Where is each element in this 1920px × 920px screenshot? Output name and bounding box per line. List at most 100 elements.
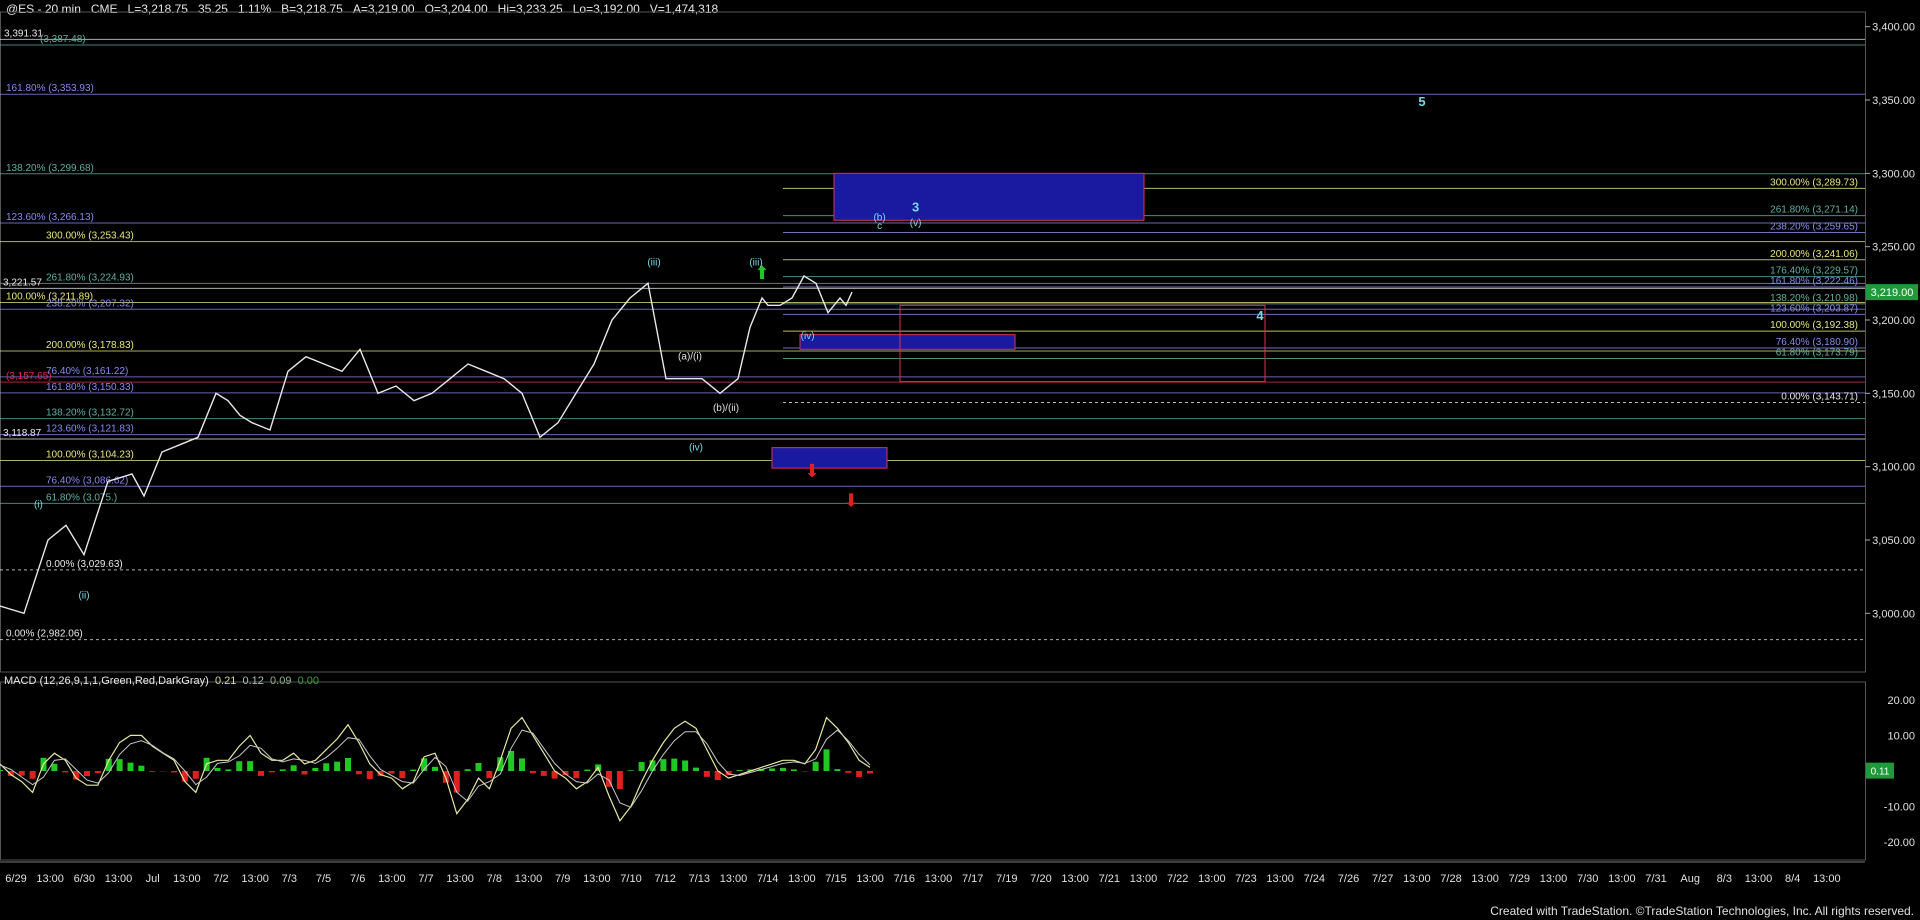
y-tick-label: 3,200.00 — [1872, 315, 1915, 327]
time-axis-label: Aug — [1680, 873, 1700, 885]
fib-level-label: 0.00% (3,029.63) — [46, 559, 123, 570]
macd-histogram-bar — [171, 771, 177, 773]
price-chart[interactable]: 3,400.00 3,350.00 3,300.00 3,250.00 3,200.00… — [0, 0, 1920, 920]
right-fib-label: 76.40% (3,180.90) — [1776, 337, 1858, 348]
fib-level-label: (3,387.48) — [40, 34, 86, 45]
fib-level-label: 238.20% (3,207.32) — [46, 298, 134, 309]
macd-histogram-bar — [660, 759, 667, 771]
fib-level-label: 138.20% (3,299.68) — [6, 163, 94, 174]
macd-histogram-bar — [519, 758, 525, 771]
fib-level-label: 61.80% (3,075.) — [46, 492, 117, 503]
macd-last-label: 0.11 — [1871, 767, 1890, 778]
right-fib-label: 176.40% (3,229.57) — [1770, 266, 1858, 277]
time-axis-label: 7/5 — [316, 873, 331, 885]
macd-y-tick-label: 20.00 — [1887, 695, 1915, 707]
macd-histogram-bar — [453, 771, 460, 793]
macd-histogram-bar — [834, 769, 841, 771]
macd-value-2: 0.12 — [242, 675, 264, 687]
y-tick-label: 3,350.00 — [1872, 95, 1915, 107]
time-axis-label: 13:00 — [1471, 873, 1499, 885]
fib-level-label: 123.60% (3,266.13) — [6, 212, 94, 223]
macd-histogram-bar — [127, 762, 134, 771]
time-axis-label: 13:00 — [446, 873, 474, 885]
macd-histogram-bar — [529, 771, 536, 774]
time-axis-label: 7/12 — [654, 873, 675, 885]
macd-histogram-bar — [736, 770, 743, 771]
fib-level-label: 0.00% (2,982.06) — [6, 629, 83, 640]
time-axis-label: 7/8 — [487, 873, 502, 885]
macd-histogram-bar — [616, 771, 623, 790]
time-axis-label: 13:00 — [1608, 873, 1636, 885]
time-axis-label: 7/30 — [1577, 873, 1598, 885]
wave-label: (v) — [910, 218, 922, 229]
macd-histogram-bar — [780, 767, 786, 771]
support-box-mid — [799, 334, 1016, 350]
macd-histogram-bar — [584, 769, 591, 771]
right-fib-label: 100.00% (3,192.38) — [1770, 320, 1858, 331]
time-axis-label: 13:00 — [925, 873, 953, 885]
time-axis-label: 7/6 — [350, 873, 365, 885]
macd-histogram-bar — [62, 771, 69, 773]
time-axis-label: 7/28 — [1440, 873, 1461, 885]
right-fib-label: 138.20% (3,210.98) — [1770, 293, 1858, 304]
support-box-lower — [771, 447, 888, 469]
time-axis-label: 13:00 — [788, 873, 816, 885]
macd-histogram-bar — [258, 771, 264, 776]
y-tick-label: 3,050.00 — [1872, 535, 1915, 547]
wave-label: 3 — [912, 199, 919, 214]
time-axis-label: 8/3 — [1717, 873, 1732, 885]
time-axis-label: 7/14 — [757, 873, 778, 885]
macd-histogram-bar — [247, 761, 254, 771]
right-fib-label: 161.80% (3,222.46) — [1770, 276, 1858, 287]
macd-histogram-bar — [0, 769, 3, 771]
macd-histogram-bar — [475, 762, 482, 771]
macd-histogram-bar — [334, 761, 341, 771]
time-axis-label: 7/15 — [825, 873, 846, 885]
fib-level-label: 100.00% (3,104.23) — [46, 449, 134, 460]
time-axis-label: 7/24 — [1304, 873, 1325, 885]
macd-histogram-bar — [845, 771, 852, 773]
time-axis-label: 13:00 — [105, 873, 133, 885]
macd-histogram-bar — [312, 767, 319, 771]
arrow-down-icon: ⬇ — [843, 490, 858, 510]
time-axis-label: 7/10 — [620, 873, 641, 885]
time-axis-label: 7/13 — [689, 873, 710, 885]
macd-histogram-bar — [671, 758, 678, 771]
macd-histogram-bar — [214, 767, 221, 771]
time-axis-label: 7/9 — [555, 873, 570, 885]
macd-histogram-bar — [236, 761, 243, 771]
macd-histogram-bar — [682, 760, 689, 771]
fib-level-label: 200.00% (3,178.83) — [46, 340, 134, 351]
macd-histogram-bar — [290, 765, 297, 771]
arrow-down-icon: ⬇ — [804, 461, 819, 481]
time-axis-label: 7/17 — [962, 873, 983, 885]
macd-histogram-bar — [540, 771, 547, 776]
time-axis-label: 13:00 — [1266, 873, 1294, 885]
macd-histogram-bar — [388, 771, 395, 774]
time-axis-label: 13:00 — [173, 873, 201, 885]
right-fib-label: 261.80% (3,271.14) — [1770, 205, 1858, 216]
fib-level-label: 261.80% (3,224.93) — [46, 272, 134, 283]
time-axis-label: Jul — [146, 873, 160, 885]
fib-level-label: 3,221.57 — [3, 277, 42, 288]
macd-histogram-bar — [573, 771, 580, 779]
last-price-marker-label: 3,219.00 — [1871, 287, 1914, 299]
right-fib-label: 0.00% (3,143.71) — [1781, 392, 1858, 403]
macd-histogram-bar — [301, 771, 308, 775]
macd-histogram-bar — [790, 769, 797, 771]
macd-histogram-bar — [138, 765, 145, 771]
wave-label: (i) — [34, 500, 43, 511]
macd-histogram-bar — [464, 769, 471, 771]
time-axis-label: 6/29 — [5, 873, 26, 885]
time-axis-label: 8/4 — [1785, 873, 1800, 885]
macd-histogram-bar — [627, 770, 634, 771]
time-axis-label: 7/29 — [1509, 873, 1530, 885]
wave-label: (b)/(ii) — [713, 403, 739, 414]
macd-histogram-bar — [279, 769, 286, 771]
time-axis-label: 13:00 — [1403, 873, 1431, 885]
macd-histogram-bar — [693, 767, 699, 771]
wave-label: (iv) — [801, 331, 815, 342]
wave-label: 4 — [1256, 308, 1264, 323]
macd-histogram-bar — [823, 749, 830, 771]
time-axis-label: 7/3 — [282, 873, 297, 885]
